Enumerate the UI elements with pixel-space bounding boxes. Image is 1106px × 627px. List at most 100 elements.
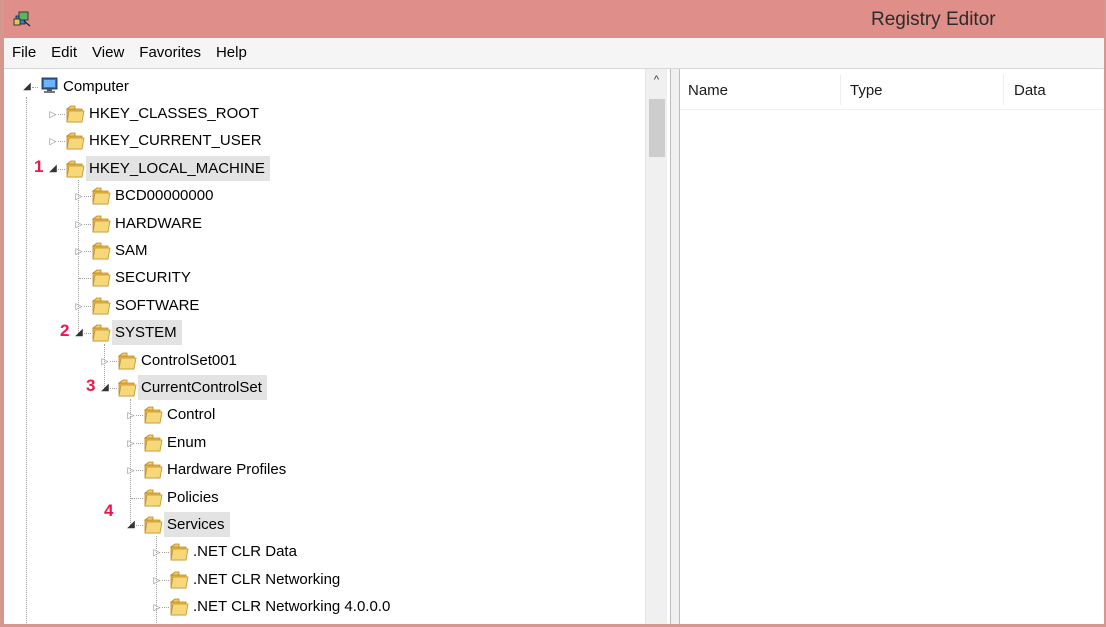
scroll-up-arrow-icon[interactable]: ^ [646,69,667,89]
step-number-marker: 2 [60,321,70,341]
folder-icon [65,131,85,151]
expand-icon[interactable]: ▷ [152,574,162,586]
tree-connector [84,251,91,252]
collapse-icon[interactable]: ◢ [22,81,32,93]
pane-splitter[interactable] [670,69,680,624]
tree-item[interactable]: ▷ HKEY_CURRENT_USER [48,128,548,155]
folder-icon [143,488,163,508]
column-header-data[interactable]: Data [1014,69,1046,113]
expand-icon[interactable]: ▷ [74,190,84,202]
tree-item[interactable]: SECURITY [74,265,574,292]
expand-icon[interactable]: ▷ [152,546,162,558]
tree-item[interactable]: ▷ Control [126,402,626,429]
folder-icon [65,104,85,124]
step-number-marker: 4 [104,501,114,520]
column-header-name[interactable]: Name [688,69,728,113]
tree-item-label: HARDWARE [115,214,202,232]
tree-connector [131,497,143,499]
tree-connector [58,141,65,143]
expand-icon[interactable]: ▷ [126,409,136,421]
tree-item-label: HKEY_CURRENT_USER [89,132,262,150]
tree-item-label: Computer [63,78,129,95]
tree-item-label: .NET CLR Data [193,543,297,561]
column-header-type[interactable]: Type [850,69,883,113]
values-list-pane[interactable]: Name Type Data [680,69,1104,624]
tree-item[interactable]: ▷ SOFTWARE [74,293,574,320]
scroll-thumb[interactable] [649,99,665,157]
collapse-icon[interactable]: ◢ [100,382,110,394]
tree-connector [162,579,169,581]
tree-guide-line [156,536,157,624]
tree-item-label: BCD00000000 [115,187,214,205]
tree-item[interactable]: ▷ .NET CLR Data [152,539,652,566]
folder-icon [91,268,111,288]
tree-connector [110,388,117,389]
folder-icon [91,296,111,316]
collapse-icon[interactable]: ◢ [48,163,58,175]
tree-item[interactable]: ▷ .NET CLR Networking 4.0.0.0 [152,594,652,621]
folder-icon [117,378,137,398]
tree-connector [84,223,91,225]
tree-item[interactable]: ▷ ControlSet001 [100,348,600,375]
column-divider[interactable] [840,75,841,105]
menu-help[interactable]: Help [208,38,254,68]
tree-guide-line [104,344,105,388]
tree-connector [136,470,143,472]
tree-item[interactable]: ◢ HKEY_LOCAL_MACHINE [48,155,548,183]
folder-icon [91,186,111,206]
menu-edit[interactable]: Edit [43,38,84,68]
tree-item[interactable]: ▷ HKEY_CLASSES_ROOT [48,101,548,128]
menu-favorites[interactable]: Favorites [131,38,208,68]
tree-item[interactable]: ▷ BCD00000000 [74,183,574,210]
expand-icon[interactable]: ▷ [74,300,84,312]
column-divider[interactable] [1003,75,1004,105]
expand-icon[interactable]: ▷ [74,218,84,230]
tree-item[interactable]: Policies [126,485,626,512]
folder-icon [143,460,163,480]
step-number-marker: 1 [34,156,44,176]
tree-item-label: Enum [167,433,207,451]
collapse-icon[interactable]: ◢ [126,519,136,531]
expand-icon[interactable]: ▷ [100,355,110,367]
registry-editor-icon[interactable] [13,9,31,27]
tree-guide-line [26,97,27,624]
menu-bar: File Edit View Favorites Help [4,38,1104,69]
tree-item[interactable]: ▷ Hardware Profiles [126,457,626,484]
expand-icon[interactable]: ▷ [48,108,58,120]
expand-icon[interactable]: ▷ [48,135,58,147]
tree-item-label: Services [164,512,230,537]
menu-file[interactable]: File [4,38,43,68]
tree-item[interactable]: ▷ .NET CLR Networking [152,567,652,594]
tree-connector [58,114,65,115]
expand-icon[interactable]: ▷ [74,245,84,257]
tree-connector [136,442,143,444]
folder-icon [91,214,111,234]
tree-item-computer[interactable]: ◢ Computer [22,74,322,101]
tree-item-label: Hardware Profiles [167,461,287,479]
expand-icon[interactable]: ▷ [152,601,162,613]
tree-connector [84,196,91,198]
expand-icon[interactable]: ▷ [126,464,136,476]
folder-icon [143,433,163,453]
tree-item[interactable]: ▷ SAM [74,238,574,265]
tree-guide-line [78,179,79,334]
tree-vertical-scrollbar[interactable]: ^ [645,69,667,624]
folder-icon [117,351,137,371]
tree-guide-line [130,399,131,525]
expand-icon[interactable]: ▷ [126,437,136,449]
folder-icon [65,159,85,179]
tree-item[interactable]: ◢ SYSTEM [74,320,574,347]
tree-item-label: HKEY_LOCAL_MACHINE [86,155,270,181]
tree-item[interactable]: ▷ Enum [126,430,626,457]
tree-item[interactable]: ◢ Services [126,512,626,539]
tree-item[interactable]: ▷ HARDWARE [74,211,574,238]
tree-connector [162,607,169,609]
tree-item-label: .NET CLR Networking [193,570,341,588]
tree-item-label: SYSTEM [112,320,182,346]
tree-item[interactable]: ◢ CurrentControlSet [100,375,600,402]
collapse-icon[interactable]: ◢ [74,327,84,339]
client-area: ◢ Computer ▷ HKEY_CLASSES_ROOT ▷ HKEY_CURRE… [4,69,1104,624]
title-bar[interactable]: Registry Editor [4,0,1104,38]
registry-tree-pane[interactable]: ◢ Computer ▷ HKEY_CLASSES_ROOT ▷ HKEY_CURRE… [4,69,670,624]
menu-view[interactable]: View [84,38,131,68]
